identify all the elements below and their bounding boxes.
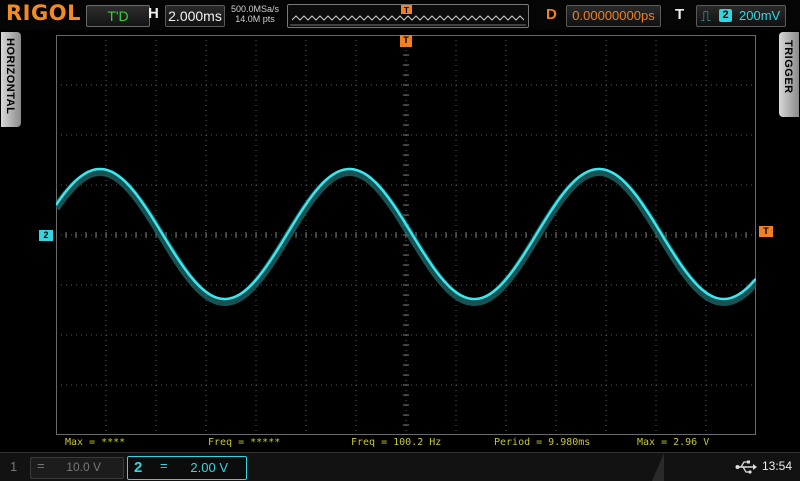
horizontal-menu-tab-label: HORIZONTAL [4, 38, 16, 115]
ch2-settings[interactable]: 2 = 2.00 V [127, 456, 247, 480]
trigger-position-marker[interactable]: T [400, 35, 412, 47]
measurement-item[interactable]: Freq = ***** [208, 437, 280, 448]
memory-overview-waveform: T [290, 5, 526, 26]
memory-overview-bar[interactable]: T [287, 4, 529, 28]
trigger-level-marker[interactable]: T [759, 226, 773, 237]
ch1-number: 1 [10, 459, 18, 474]
brand-logo: RIGOL [6, 1, 81, 25]
ch2-offset-marker[interactable]: 2 [39, 230, 53, 241]
run-state-badge[interactable]: T'D [86, 5, 150, 27]
horizontal-label: H [148, 5, 159, 22]
timebase-value[interactable]: 2.000ms [165, 5, 225, 27]
measurement-item[interactable]: Max = **** [65, 437, 125, 448]
trigger-menu-tab-label: TRIGGER [782, 40, 794, 94]
trigger-settings[interactable]: ⎍ 2 200mV [696, 5, 786, 27]
sample-rate: 500.0MSa/s [230, 4, 280, 14]
measurement-bar: Max = **** Freq = ***** Freq = 100.2 Hz … [56, 436, 756, 450]
system-clock: 13:54 [762, 459, 793, 473]
waveform-grid [52, 34, 760, 436]
measurement-item[interactable]: Max = 2.96 V [637, 437, 709, 448]
trigger-label: T [675, 6, 685, 23]
ch2-scale: 2.00 V [190, 460, 228, 475]
horizontal-menu-tab[interactable]: HORIZONTAL [1, 32, 21, 127]
usb-icon [735, 460, 757, 479]
memory-trigger-marker-label: T [404, 6, 409, 15]
delay-label: D [546, 6, 557, 23]
rising-edge-icon: ⎍ [701, 8, 711, 24]
ch2-coupling-icon: = [160, 458, 168, 473]
memory-depth: 14.0M pts [235, 14, 275, 24]
trigger-source-badge: 2 [719, 9, 732, 22]
trigger-menu-tab[interactable]: TRIGGER [779, 32, 799, 117]
ch1-settings[interactable]: = 10.0 V [30, 457, 124, 479]
status-divider [652, 453, 664, 481]
measurement-item[interactable]: Freq = 100.2 Hz [351, 437, 441, 448]
trigger-level-value: 200mV [739, 8, 781, 23]
delay-value[interactable]: 0.00000000ps [566, 5, 661, 27]
ch1-coupling-icon: = [37, 458, 45, 473]
ch1-scale: 10.0 V [66, 460, 101, 474]
channel-status-bar: 1 = 10.0 V 2 = 2.00 V 13:54 [0, 452, 800, 481]
ch2-number: 2 [134, 459, 143, 476]
measurement-item[interactable]: Period = 9.980ms [494, 437, 590, 448]
waveform-display[interactable] [52, 34, 760, 436]
